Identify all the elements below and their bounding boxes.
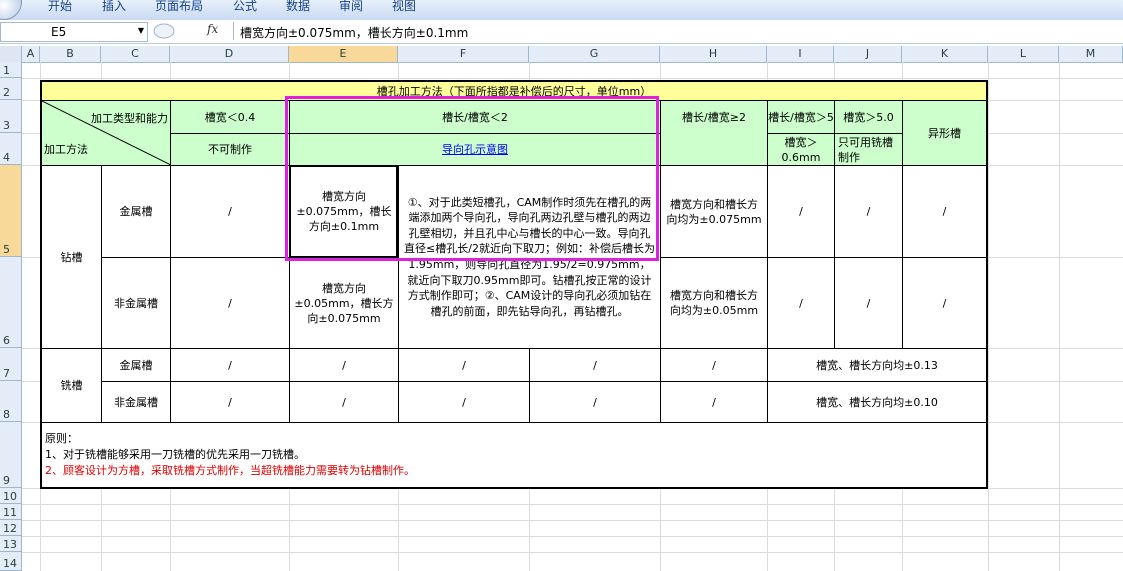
tab-review[interactable]: 审阅 [339, 0, 363, 16]
ribbon: 开始 插入 页面布局 公式 数据 审阅 视图 [0, 0, 1123, 21]
principles-title: 原则： [45, 432, 78, 445]
name-box[interactable]: E5 ▼ [0, 22, 148, 42]
column-headers: A B C D E F G H I J K L M [0, 46, 1123, 63]
header-not-producible[interactable]: 不可制作 [170, 133, 290, 166]
method-mill[interactable]: 铣槽 [40, 348, 102, 423]
office-button[interactable] [0, 0, 22, 20]
cell-h5[interactable]: 槽宽方向和槽长方向均为±0.075mm [660, 165, 768, 258]
cell-d5[interactable]: / [170, 165, 290, 258]
table-title[interactable]: 槽孔加工方法（下面所指都是补偿后的尺寸，单位mm） [40, 80, 988, 101]
cell-d8[interactable]: / [170, 381, 290, 423]
header-width-lt-0.4[interactable]: 槽宽＜0.4 [170, 100, 290, 134]
guide-hole-notes[interactable]: ①、对于此类短槽孔，CAM制作时须先在槽孔的两端添加两个导向孔，导向孔两边孔壁与… [398, 165, 661, 349]
tab-insert[interactable]: 插入 [102, 0, 126, 16]
row-header[interactable]: 13 [0, 536, 22, 552]
row-header[interactable]: 10 [0, 488, 22, 504]
type-nonmetal[interactable]: 非金属槽 [101, 257, 171, 349]
row-header[interactable]: 7 [0, 348, 22, 381]
column-header[interactable]: A [22, 46, 40, 62]
row-header[interactable]: 4 [0, 133, 22, 165]
column-header[interactable]: K [902, 46, 988, 62]
cell-e5[interactable]: 槽宽方向±0.075mm，槽长方向±0.1mm [289, 165, 399, 258]
guide-hole-diagram-cell[interactable]: 导向孔示意图 [289, 133, 661, 166]
column-header[interactable]: G [529, 46, 660, 62]
cell-f8[interactable]: / [398, 381, 530, 423]
row-header[interactable]: 6 [0, 257, 22, 348]
cell-g8[interactable]: / [529, 381, 661, 423]
column-header[interactable]: F [398, 46, 529, 62]
column-header[interactable]: M [1059, 46, 1123, 62]
cell-ik8[interactable]: 槽宽、槽长方向均±0.10 [767, 381, 988, 423]
cell-e6[interactable]: 槽宽方向±0.05mm，槽长方向±0.075mm [289, 257, 399, 349]
column-header-selected[interactable]: E [289, 46, 398, 62]
column-header[interactable]: L [988, 46, 1059, 62]
tab-page-layout[interactable]: 页面布局 [155, 0, 203, 16]
cell-j6[interactable]: / [834, 257, 903, 349]
row-header[interactable]: 12 [0, 520, 22, 536]
tab-data[interactable]: 数据 [286, 0, 310, 16]
header-ratio-ge-2[interactable]: 槽长/槽宽≥2 [660, 100, 768, 166]
column-header[interactable]: J [834, 46, 902, 62]
row-header[interactable]: 14 [0, 552, 22, 571]
cell-d6[interactable]: / [170, 257, 290, 349]
row-header[interactable]: 2 [0, 78, 22, 100]
header-irregular-slot[interactable]: 异形槽 [902, 100, 988, 166]
diagonal-header-cell[interactable]: 加工类型和能力 加工方法 [40, 100, 171, 166]
cell-h7[interactable]: / [660, 348, 768, 382]
diag-top-label: 加工类型和能力 [91, 112, 168, 125]
column-header[interactable]: C [101, 46, 170, 62]
column-header[interactable]: B [40, 46, 101, 62]
tab-view[interactable]: 视图 [392, 0, 416, 16]
cell-i6[interactable]: / [767, 257, 835, 349]
cell-h6[interactable]: 槽宽方向和槽长方向均为±0.05mm [660, 257, 768, 349]
guide-hole-diagram-link[interactable]: 导向孔示意图 [442, 142, 508, 157]
cell-h8[interactable]: / [660, 381, 768, 423]
chevron-down-icon[interactable]: ▼ [138, 26, 144, 35]
insert-function-icon[interactable]: fx [207, 22, 218, 36]
column-header[interactable]: H [660, 46, 767, 62]
cell-g7[interactable]: / [529, 348, 661, 382]
cell-f7[interactable]: / [398, 348, 530, 382]
row-header[interactable]: 9 [0, 422, 22, 488]
cell-e7[interactable]: / [289, 348, 399, 382]
row-header[interactable]: 11 [0, 504, 22, 520]
header-ratio-lt-2[interactable]: 槽长/槽宽＜2 [289, 100, 661, 134]
diag-bottom-label: 加工方法 [44, 143, 88, 156]
cell-k6[interactable]: / [902, 257, 988, 349]
type-nonmetal[interactable]: 非金属槽 [101, 381, 171, 423]
formula-input[interactable]: 槽宽方向±0.075mm，槽长方向±0.1mm [233, 22, 1123, 40]
type-metal[interactable]: 金属槽 [101, 348, 171, 382]
header-mill-only[interactable]: 只可用铣槽制作 [834, 133, 903, 166]
row-header[interactable]: 8 [0, 381, 22, 422]
header-width-gt-0.6[interactable]: 槽宽＞0.6mm [767, 133, 835, 166]
tab-formulas[interactable]: 公式 [233, 0, 257, 16]
cell-j5[interactable]: / [834, 165, 903, 258]
principles-cell[interactable]: 原则： 1、对于铣槽能够采用一刀铣槽的优先采用一刀铣槽。 2、顾客设计为方槽，采… [40, 422, 988, 489]
column-header[interactable]: D [170, 46, 289, 62]
cell-d7[interactable]: / [170, 348, 290, 382]
column-header[interactable]: I [767, 46, 834, 62]
cell-e8[interactable]: / [289, 381, 399, 423]
row-header[interactable]: 3 [0, 100, 22, 133]
row-header[interactable]: 1 [0, 62, 22, 78]
principle-2: 2、顾客设计为方槽，采取铣槽方式制作，当超铣槽能力需要转为钻槽制作。 [45, 464, 415, 477]
row-header-selected[interactable]: 5 [0, 165, 22, 257]
method-drill[interactable]: 钻槽 [40, 165, 102, 349]
header-ratio-gt-5[interactable]: 槽长/槽宽＞5 [767, 100, 835, 134]
header-width-gt-5[interactable]: 槽宽＞5.0 [834, 100, 903, 134]
cell-i5[interactable]: / [767, 165, 835, 258]
formula-content: 槽宽方向±0.075mm，槽长方向±0.1mm [240, 26, 469, 40]
principle-1: 1、对于铣槽能够采用一刀铣槽的优先采用一刀铣槽。 [45, 448, 305, 461]
cell-ik7[interactable]: 槽宽、槽长方向均±0.13 [767, 348, 988, 382]
tab-home[interactable]: 开始 [48, 0, 72, 16]
cell-k5[interactable]: / [902, 165, 988, 258]
scroll-handle-icon[interactable] [150, 22, 190, 40]
type-metal[interactable]: 金属槽 [101, 165, 171, 258]
select-all-corner[interactable] [0, 46, 22, 62]
name-box-value: E5 [51, 25, 67, 39]
